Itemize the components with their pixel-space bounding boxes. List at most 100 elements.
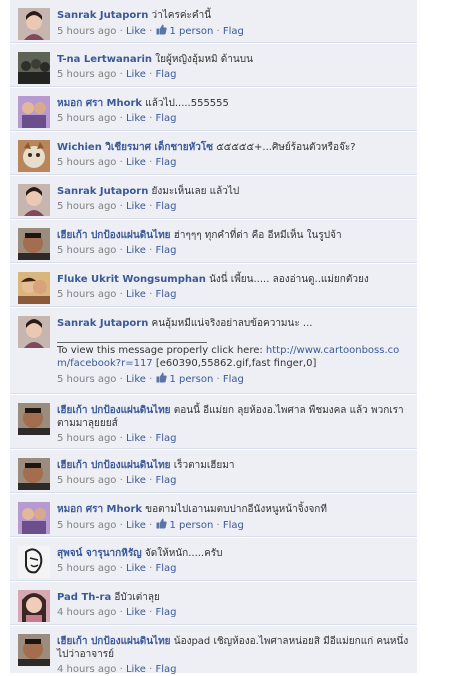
likes-count-link[interactable]: 1 person xyxy=(169,26,213,37)
flag-link[interactable]: Flag xyxy=(223,374,244,385)
avatar[interactable] xyxy=(18,403,50,435)
timestamp: 5 hours ago xyxy=(57,157,117,168)
avatar[interactable] xyxy=(18,546,50,578)
divider xyxy=(57,342,207,343)
comment-meta: 5 hours ago · Like · Flag xyxy=(57,563,177,574)
comment-text: จัดให้หนัก.....ครับ xyxy=(144,548,223,559)
commenter-name[interactable]: Fluke Ukrit Wongsumphan xyxy=(57,274,206,285)
commenter-name[interactable]: หมอก ศรา Mhork xyxy=(57,504,142,515)
flag-link[interactable]: Flag xyxy=(155,664,176,675)
flag-link[interactable]: Flag xyxy=(155,157,176,168)
likes-count-link[interactable]: 1 person xyxy=(169,374,213,385)
timestamp: 5 hours ago xyxy=(57,201,117,212)
timestamp: 5 hours ago xyxy=(57,520,117,531)
like-link[interactable]: Like xyxy=(126,475,146,486)
comment-text: ว่าไครค่ะคำนี้ xyxy=(151,10,212,21)
like-link[interactable]: Like xyxy=(126,201,146,212)
comment-item: เฮียเก้า ปกป้องแผ่นดินไทย ฮ่าๆๆๆ ทุกคำที… xyxy=(10,220,417,264)
commenter-name[interactable]: Sanrak Jutaporn xyxy=(57,186,148,197)
comment-item: Sanrak Jutaporn ว่าไครค่ะคำนี้ 5 hours a… xyxy=(10,0,417,44)
flag-link[interactable]: Flag xyxy=(223,26,244,37)
comment-meta: 5 hours ago · Like · Flag xyxy=(57,245,177,256)
commenter-name[interactable]: Sanrak Jutaporn xyxy=(57,318,148,329)
timestamp: 5 hours ago xyxy=(57,289,117,300)
comment-item: หมอก ศรา Mhork แล้วไป.....555555 5 hours… xyxy=(10,88,417,132)
avatar[interactable] xyxy=(18,8,50,40)
like-link[interactable]: Like xyxy=(126,69,146,80)
comment-item: Sanrak Jutaporn ยังมะเห็นเลย แล้วไป 5 ho… xyxy=(10,176,417,220)
commenter-name[interactable]: T-na Lertwanarin xyxy=(57,54,152,65)
flag-link[interactable]: Flag xyxy=(155,69,176,80)
like-link[interactable]: Like xyxy=(126,157,146,168)
comment-text: เร็วตามเฮียมา xyxy=(173,460,235,471)
comment-item: สุพจน์ จารุนากหิรัญ จัดให้หนัก.....ครับ … xyxy=(10,538,417,582)
avatar[interactable] xyxy=(18,634,50,666)
flag-link[interactable]: Flag xyxy=(155,475,176,486)
avatar[interactable] xyxy=(18,502,50,534)
like-link[interactable]: Like xyxy=(126,245,146,256)
avatar[interactable] xyxy=(18,272,50,304)
commenter-name[interactable]: สุพจน์ จารุนากหิรัญ xyxy=(57,548,142,559)
avatar[interactable] xyxy=(18,458,50,490)
commenter-name[interactable]: หมอก ศรา Mhork xyxy=(57,98,142,109)
comment-item: Pad Th-ra อีบัวเต่าลุย 4 hours ago · Lik… xyxy=(10,582,417,626)
likes-count-link[interactable]: 1 person xyxy=(169,520,213,531)
commenter-name[interactable]: Pad Th-ra xyxy=(57,592,111,603)
comment-item: T-na Lertwanarin ใยผู้หญิงอุ้มหมิ ด้านบน… xyxy=(10,44,417,88)
comment-meta: 4 hours ago · Like · Flag xyxy=(57,664,177,675)
avatar[interactable] xyxy=(18,52,50,84)
avatar[interactable] xyxy=(18,590,50,622)
commenter-name[interactable]: เฮียเก้า ปกป้องแผ่นดินไทย xyxy=(57,460,171,471)
avatar[interactable] xyxy=(18,184,50,216)
comment-meta: 5 hours ago · Like · Flag xyxy=(57,113,177,124)
flag-link[interactable]: Flag xyxy=(155,201,176,212)
commenter-name[interactable]: เฮียเก้า ปกป้องแผ่นดินไทย xyxy=(57,405,171,416)
comment-text: ยังมะเห็นเลย แล้วไป xyxy=(151,186,240,197)
like-link[interactable]: Like xyxy=(126,607,146,618)
avatar[interactable] xyxy=(18,316,50,348)
timestamp: 4 hours ago xyxy=(57,664,117,675)
thumbs-up-icon xyxy=(156,372,168,387)
like-link[interactable]: Like xyxy=(126,374,146,385)
avatar[interactable] xyxy=(18,228,50,260)
timestamp: 5 hours ago xyxy=(57,563,117,574)
comment-meta: 5 hours ago · Like · Flag xyxy=(57,69,177,80)
flag-link[interactable]: Flag xyxy=(223,520,244,531)
timestamp: 5 hours ago xyxy=(57,475,117,486)
comment-item: Sanrak Jutaporn คนอุ้มหมีแน่จริงอย่าลบข้… xyxy=(10,308,417,395)
avatar[interactable] xyxy=(18,96,50,128)
comment-text: ๕๕๕๕๕+...ศิษย์ร้อนตัวหรือจ๊ะ? xyxy=(216,142,356,153)
like-link[interactable]: Like xyxy=(126,520,146,531)
commenter-name[interactable]: เฮียเก้า ปกป้องแผ่นดินไทย xyxy=(57,636,171,647)
flag-link[interactable]: Flag xyxy=(155,563,176,574)
comment-item: เฮียเก้า ปกป้องแผ่นดินไทย เร็วตามเฮียมา … xyxy=(10,450,417,494)
timestamp: 5 hours ago xyxy=(57,374,117,385)
comment-text: นังนี่ เพี้ยน..... ลองอ่านดู..แม่ยกตัวยง xyxy=(209,274,369,285)
flag-link[interactable]: Flag xyxy=(155,607,176,618)
message-code: [e60390,55862.gif,fast finger,0] xyxy=(155,358,317,369)
message-prompt: To view this message properly click here… xyxy=(57,345,263,356)
flag-link[interactable]: Flag xyxy=(155,113,176,124)
like-link[interactable]: Like xyxy=(126,26,146,37)
commenter-name[interactable]: Wichien วิเชียรมาศ เด็กชายหัวโซ xyxy=(57,142,213,153)
like-link[interactable]: Like xyxy=(126,433,146,444)
comment-meta: 5 hours ago · Like · 1 person · Flag xyxy=(57,24,244,37)
like-link[interactable]: Like xyxy=(126,289,146,300)
comment-meta: 5 hours ago · Like · 1 person · Flag xyxy=(57,372,244,387)
like-link[interactable]: Like xyxy=(126,563,146,574)
flag-link[interactable]: Flag xyxy=(155,433,176,444)
comment-item: Wichien วิเชียรมาศ เด็กชายหัวโซ ๕๕๕๕๕+..… xyxy=(10,132,417,176)
comment-text: ฮ่าๆๆๆ ทุกคำที่ด่า คือ อีหมีเห็น ในรูปจ้… xyxy=(173,230,342,241)
like-link[interactable]: Like xyxy=(126,113,146,124)
thumbs-up-icon xyxy=(156,518,168,533)
timestamp: 5 hours ago xyxy=(57,433,117,444)
comment-feed: Sanrak Jutaporn ว่าไครค่ะคำนี้ 5 hours a… xyxy=(10,0,417,675)
flag-link[interactable]: Flag xyxy=(155,289,176,300)
like-link[interactable]: Like xyxy=(126,664,146,675)
comment-text: แล้วไป.....555555 xyxy=(145,98,229,109)
commenter-name[interactable]: เฮียเก้า ปกป้องแผ่นดินไทย xyxy=(57,230,171,241)
flag-link[interactable]: Flag xyxy=(155,245,176,256)
commenter-name[interactable]: Sanrak Jutaporn xyxy=(57,10,148,21)
comment-item: เฮียเก้า ปกป้องแผ่นดินไทย ตอนนี้ อีแม่ยก… xyxy=(10,395,417,450)
avatar[interactable] xyxy=(18,140,50,172)
